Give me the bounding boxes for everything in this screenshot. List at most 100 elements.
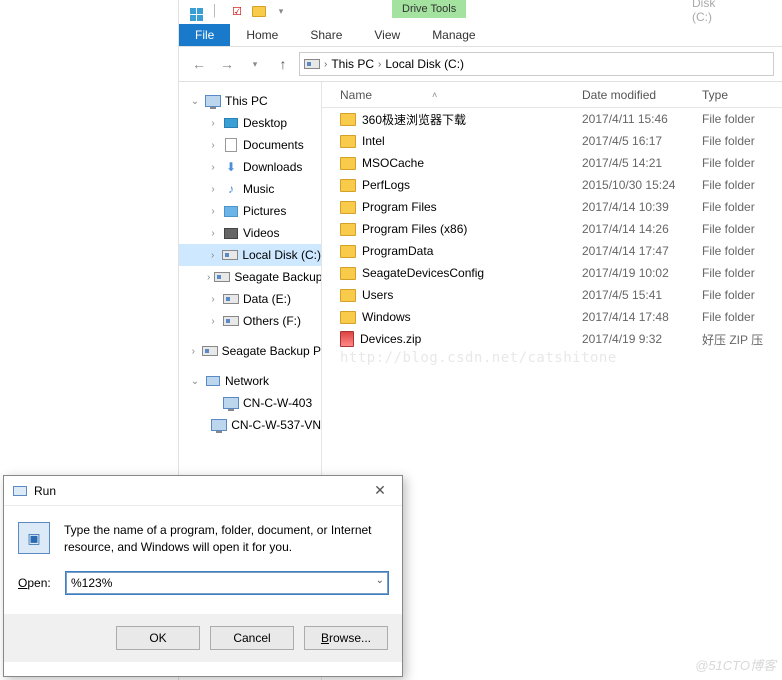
run-titlebar[interactable]: Run ✕ (4, 476, 402, 506)
tab-share[interactable]: Share (294, 24, 358, 46)
ok-button[interactable]: OK (116, 626, 200, 650)
collapse-icon[interactable]: ⌄ (189, 376, 201, 387)
file-row[interactable]: Program Files (x86) 2017/4/14 14:26 File… (322, 218, 782, 240)
browse-button[interactable]: Browse... (304, 626, 388, 650)
open-input[interactable] (66, 572, 388, 594)
tab-view[interactable]: View (358, 24, 416, 46)
tree-network[interactable]: ⌄ Network (179, 370, 321, 392)
tree-item[interactable]: › Desktop (179, 112, 321, 134)
file-type: File folder (702, 222, 782, 236)
tree-item[interactable]: › Data (E:) (179, 288, 321, 310)
tree-item[interactable]: › Pictures (179, 200, 321, 222)
breadcrumb-current[interactable]: Local Disk (C:) (385, 57, 464, 71)
zip-icon (340, 331, 354, 347)
dropdown-icon[interactable]: ⌄ (376, 575, 384, 586)
downloads-icon: ⬇ (223, 159, 239, 175)
expand-icon[interactable]: › (207, 206, 219, 217)
qat-app-icon[interactable] (185, 3, 201, 19)
qat-properties-icon[interactable]: ☑ (229, 3, 245, 19)
file-name: PerfLogs (362, 178, 410, 192)
tree-label: CN-C-W-403 (243, 396, 312, 410)
tab-manage[interactable]: Manage (416, 24, 491, 46)
disk-icon (223, 291, 239, 307)
tree-item[interactable]: › ⬇ Downloads (179, 156, 321, 178)
videos-icon (223, 225, 239, 241)
close-icon[interactable]: ✕ (366, 482, 394, 499)
tree-item[interactable]: › Documents (179, 134, 321, 156)
tree-label: This PC (225, 94, 268, 108)
tree-label: Desktop (243, 116, 287, 130)
expand-icon[interactable]: › (207, 316, 219, 327)
file-type: File folder (702, 134, 782, 148)
expand-icon[interactable]: › (207, 118, 219, 129)
file-row[interactable]: Windows 2017/4/14 17:48 File folder (322, 306, 782, 328)
cancel-button[interactable]: Cancel (210, 626, 294, 650)
column-date[interactable]: Date modified (582, 88, 702, 102)
file-date: 2017/4/14 17:47 (582, 244, 702, 258)
sort-asc-icon: ˄ (432, 90, 437, 100)
tree-item[interactable]: › ♪ Music (179, 178, 321, 200)
tree-label: Network (225, 374, 269, 388)
tree-this-pc[interactable]: ⌄ This PC (179, 90, 321, 112)
tree-label: Seagate Backup P (222, 344, 321, 358)
tree-item[interactable]: › Videos (179, 222, 321, 244)
column-name[interactable]: Name ˄ (322, 88, 582, 102)
breadcrumb-drive-icon (304, 56, 320, 72)
file-name: 360极速浏览器下载 (362, 111, 466, 128)
expand-icon[interactable]: › (189, 346, 198, 357)
desktop-icon (223, 115, 239, 131)
expand-icon[interactable]: › (207, 140, 219, 151)
expand-icon[interactable]: › (207, 228, 219, 239)
expand-icon[interactable]: › (207, 162, 219, 173)
tab-file[interactable]: File (179, 24, 230, 46)
breadcrumb[interactable]: › This PC › Local Disk (C:) (299, 52, 774, 76)
collapse-icon[interactable]: ⌄ (189, 96, 201, 107)
nav-recent-icon[interactable]: ▾ (243, 52, 267, 76)
folder-icon (340, 245, 356, 258)
nav-forward-icon[interactable]: → (215, 52, 239, 76)
tree-item[interactable]: › Others (F:) (179, 310, 321, 332)
documents-icon (223, 137, 239, 153)
tab-home[interactable]: Home (230, 24, 294, 46)
expand-icon[interactable]: › (207, 294, 219, 305)
file-row[interactable]: Users 2017/4/5 15:41 File folder (322, 284, 782, 306)
file-type: File folder (702, 178, 782, 192)
file-row[interactable]: MSOCache 2017/4/5 14:21 File folder (322, 152, 782, 174)
breadcrumb-root[interactable]: This PC (331, 57, 374, 71)
file-row[interactable]: Intel 2017/4/5 16:17 File folder (322, 130, 782, 152)
qat-dropdown-icon[interactable]: ▾ (273, 3, 289, 19)
file-row[interactable]: 360极速浏览器下载 2017/4/11 15:46 File folder (322, 108, 782, 130)
page-watermark: @51CTO博客 (695, 655, 776, 674)
folder-icon (340, 113, 356, 126)
file-date: 2017/4/14 14:26 (582, 222, 702, 236)
expand-icon[interactable]: › (207, 250, 218, 261)
address-toolbar: ← → ▾ ↑ › This PC › Local Disk (C:) (179, 46, 782, 82)
tree-computer[interactable]: CN-C-W-403 (179, 392, 321, 414)
tree-item[interactable]: › Local Disk (C:) (179, 244, 321, 266)
pc-icon (211, 417, 227, 433)
expand-icon[interactable]: › (207, 272, 210, 283)
chevron-right-icon[interactable]: › (376, 59, 383, 70)
tree-computer[interactable]: CN-C-W-537-VN (179, 414, 321, 436)
tree-item[interactable]: › Seagate Backup (179, 266, 321, 288)
file-name: ProgramData (362, 244, 433, 258)
file-row[interactable]: PerfLogs 2015/10/30 15:24 File folder (322, 174, 782, 196)
network-icon (205, 373, 221, 389)
file-row[interactable]: Devices.zip 2017/4/19 9:32 好压 ZIP 压 (322, 328, 782, 350)
run-dialog-icon: ▣ (18, 522, 50, 554)
file-row[interactable]: Program Files 2017/4/14 10:39 File folde… (322, 196, 782, 218)
nav-up-icon[interactable]: ↑ (271, 52, 295, 76)
file-date: 2017/4/11 15:46 (582, 112, 702, 126)
qat-newfolder-icon[interactable] (251, 3, 267, 19)
tree-seagate[interactable]: › Seagate Backup P (179, 340, 321, 362)
file-date: 2017/4/5 16:17 (582, 134, 702, 148)
file-date: 2017/4/14 10:39 (582, 200, 702, 214)
file-row[interactable]: SeagateDevicesConfig 2017/4/19 10:02 Fil… (322, 262, 782, 284)
expand-icon[interactable]: › (207, 184, 219, 195)
chevron-right-icon[interactable]: › (322, 59, 329, 70)
column-type[interactable]: Type (702, 88, 782, 102)
open-combobox[interactable]: ⌄ (66, 572, 388, 594)
file-row[interactable]: ProgramData 2017/4/14 17:47 File folder (322, 240, 782, 262)
nav-back-icon[interactable]: ← (187, 52, 211, 76)
file-name: Devices.zip (360, 332, 421, 346)
